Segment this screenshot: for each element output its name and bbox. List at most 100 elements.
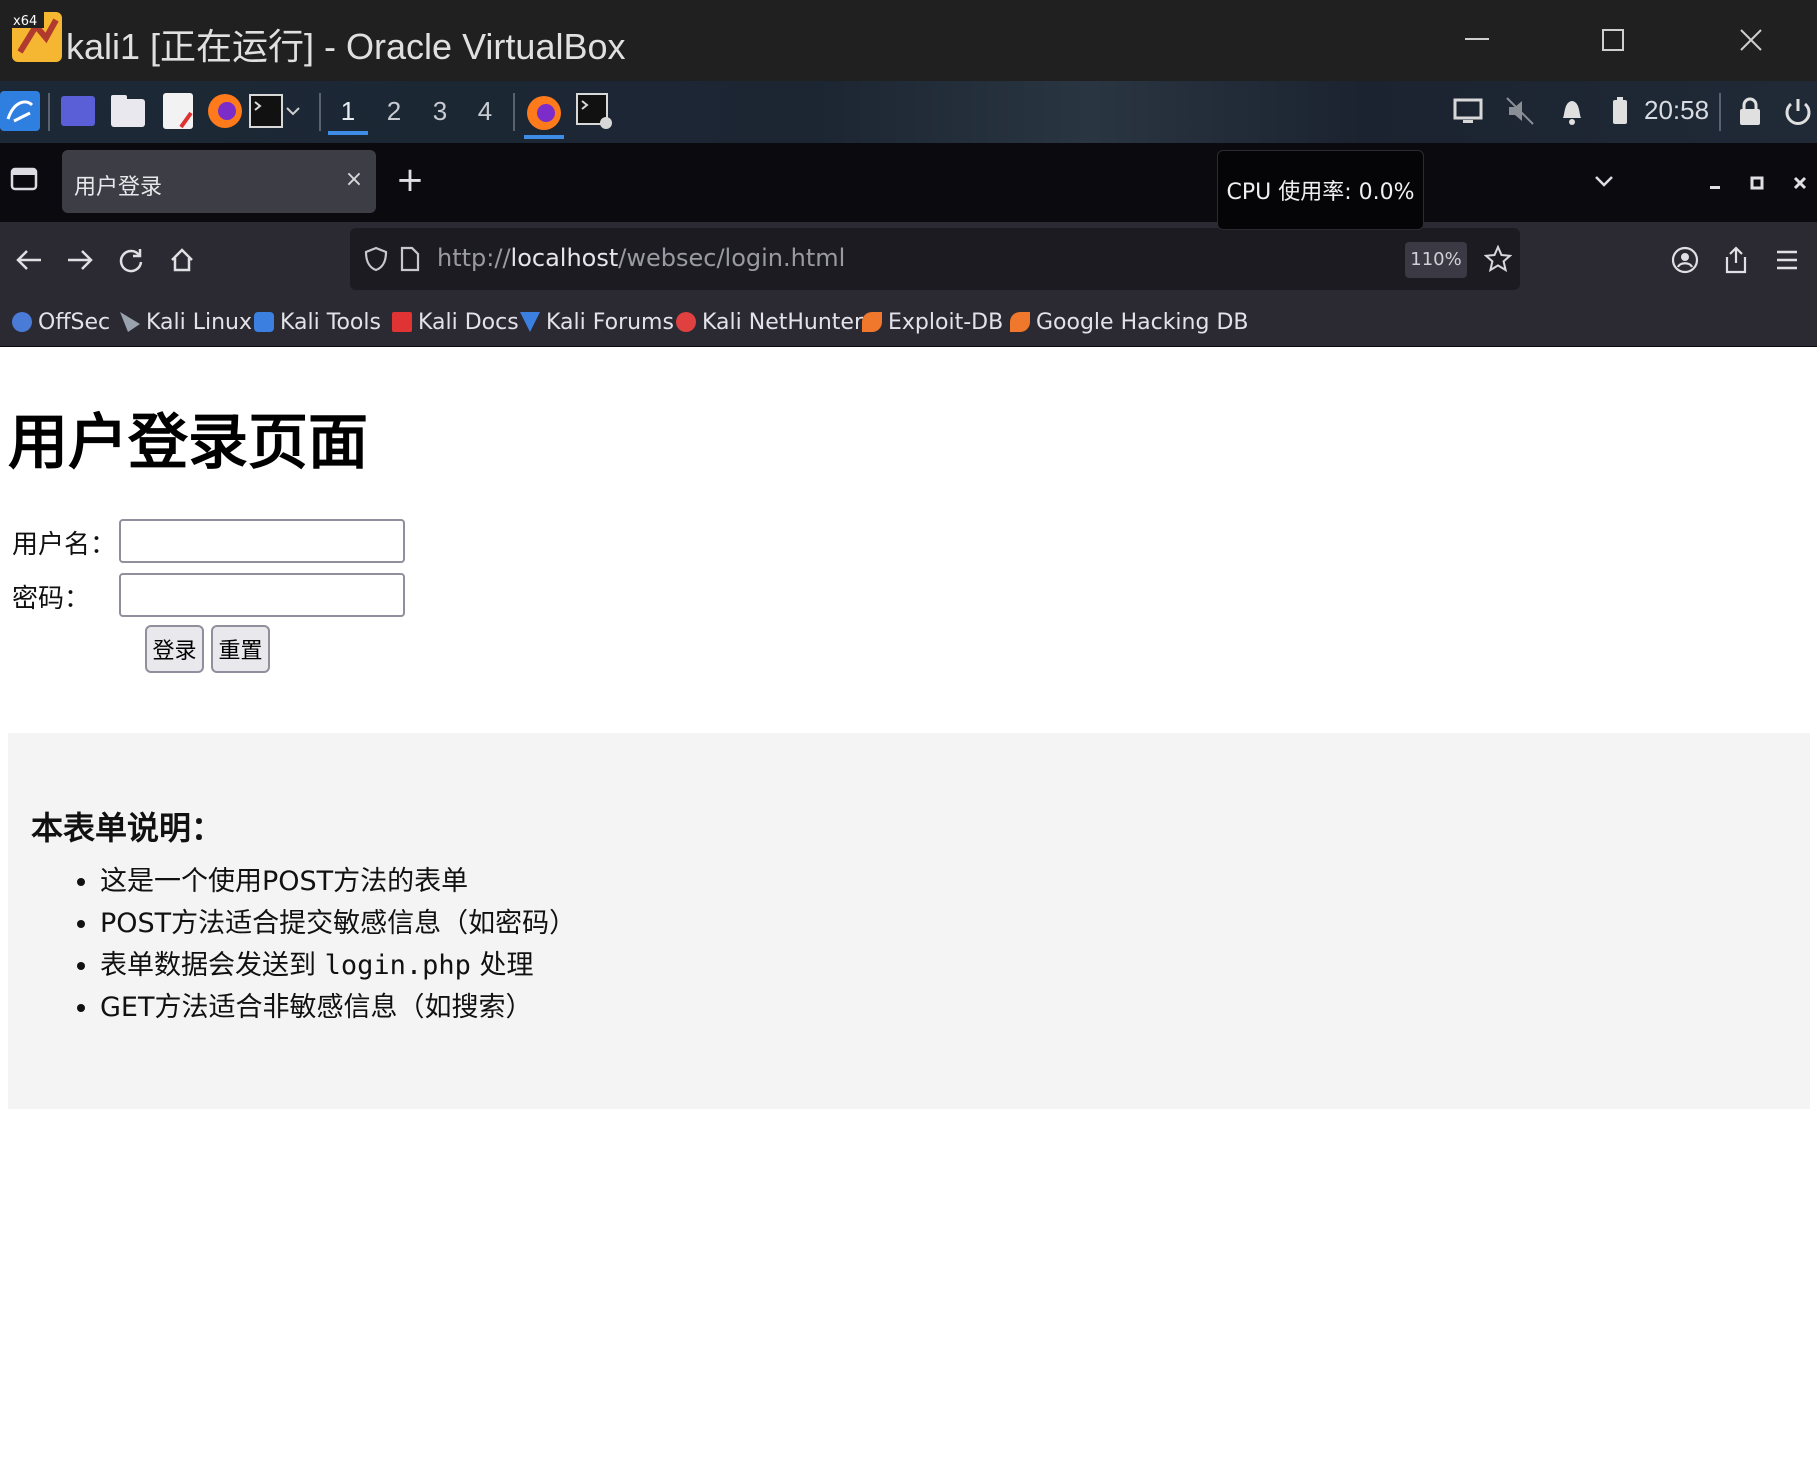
text-editor-icon	[163, 93, 193, 129]
panel-separator	[513, 93, 515, 131]
firefox-icon	[208, 94, 242, 128]
url-scheme: http://	[437, 244, 511, 272]
bookmark-kali-tools[interactable]: Kali Tools	[254, 307, 381, 337]
maximize-icon	[1750, 176, 1764, 190]
text-editor-button[interactable]	[158, 91, 198, 131]
list-item: 表单数据会发送到 login.php 处理	[100, 945, 576, 987]
notifications-button[interactable]	[1552, 91, 1592, 131]
bookmark-kali-docs[interactable]: Kali Docs	[392, 307, 519, 337]
share-icon	[1725, 246, 1747, 274]
taskbar-firefox-window[interactable]	[524, 91, 564, 139]
bookmark-kali-forums[interactable]: Kali Forums	[520, 307, 674, 337]
bookmark-star-icon[interactable]	[1484, 245, 1512, 273]
password-input[interactable]	[119, 573, 405, 617]
maximize-icon	[1602, 29, 1624, 51]
terminal-icon	[249, 94, 283, 128]
browser-minimize-button[interactable]	[1701, 169, 1729, 197]
firefox-launcher-button[interactable]	[205, 91, 245, 131]
info-heading: 本表单说明：	[31, 809, 224, 847]
virtualbox-logo-icon: x64	[12, 12, 62, 62]
close-icon	[1740, 29, 1762, 51]
display-settings-button[interactable]	[1448, 91, 1488, 131]
password-label: 密码：	[12, 584, 91, 614]
kali-tools-icon	[254, 312, 274, 332]
tab-list-icon	[10, 167, 38, 191]
account-button[interactable]	[1664, 239, 1706, 281]
share-button[interactable]	[1715, 239, 1757, 281]
ghdb-icon	[1010, 312, 1030, 332]
url-text[interactable]: http://localhost/websec/login.html	[437, 244, 845, 272]
username-input[interactable]	[119, 519, 405, 563]
taskbar-terminal-window[interactable]	[574, 91, 614, 131]
minimize-icon	[1710, 186, 1720, 189]
panel-separator	[1719, 93, 1721, 131]
kali-menu-button[interactable]	[0, 91, 40, 131]
list-all-tabs-button[interactable]	[1592, 169, 1620, 197]
cpu-usage-tooltip: CPU 使用率: 0.0%	[1217, 150, 1424, 230]
folder-icon	[111, 95, 145, 127]
battery-icon	[1613, 97, 1627, 124]
bookmark-google-hacking-db[interactable]: Google Hacking DB	[1010, 307, 1248, 337]
workspace-2[interactable]: 2	[374, 89, 414, 135]
close-window-button[interactable]	[1721, 18, 1781, 62]
url-path: /websec/login.html	[618, 244, 846, 272]
page-info-icon[interactable]	[400, 246, 420, 272]
show-desktop-button[interactable]	[58, 91, 98, 131]
bookmark-label: Kali NetHunter	[702, 309, 863, 335]
forward-button[interactable]	[59, 239, 101, 281]
browser-maximize-button[interactable]	[1743, 169, 1771, 197]
tab-login[interactable]: 用户登录 ×	[62, 150, 376, 213]
bookmark-exploit-db[interactable]: Exploit-DB	[862, 307, 1003, 337]
maximize-button[interactable]	[1583, 18, 1643, 62]
chevron-down-icon	[286, 107, 300, 116]
bookmark-label: Kali Linux	[146, 309, 253, 335]
login-button[interactable]: 登录	[145, 625, 204, 673]
browser-close-button[interactable]	[1786, 169, 1814, 197]
workspace-1[interactable]: 1	[328, 89, 368, 135]
file-manager-button[interactable]	[108, 91, 148, 131]
panel-clock[interactable]: 20:58	[1644, 95, 1709, 126]
reset-button[interactable]: 重置	[211, 625, 270, 673]
workspace-4[interactable]: 4	[465, 89, 505, 135]
bookmark-label: Kali Tools	[280, 309, 381, 335]
reload-icon	[119, 249, 143, 273]
virtualbox-title-bar: x64 kali1 [正在运行] - Oracle VirtualBox	[0, 0, 1817, 81]
zoom-level-button[interactable]: 110%	[1405, 242, 1467, 278]
terminal-launcher-button[interactable]	[246, 91, 286, 131]
exploit-db-icon	[862, 312, 882, 332]
lock-screen-button[interactable]	[1730, 91, 1770, 131]
tracking-protection-shield-icon[interactable]	[364, 246, 388, 272]
back-button[interactable]	[8, 239, 50, 281]
bookmark-label: Kali Docs	[418, 309, 519, 335]
bookmark-offsec[interactable]: OffSec	[12, 307, 110, 337]
new-tab-button[interactable]: +	[392, 163, 428, 199]
url-host: localhost	[510, 244, 619, 272]
bookmark-label: Exploit-DB	[888, 309, 1004, 335]
hamburger-menu-icon	[1777, 250, 1797, 270]
bookmark-label: Kali Forums	[546, 309, 674, 335]
terminal-dropdown-button[interactable]	[282, 91, 304, 131]
bookmark-label: Google Hacking DB	[1036, 309, 1249, 335]
reload-button[interactable]	[110, 239, 152, 281]
firefox-view-button[interactable]	[8, 163, 44, 199]
window-title: kali1 [正在运行] - Oracle VirtualBox	[66, 26, 626, 67]
tab-close-icon[interactable]: ×	[342, 168, 366, 192]
chevron-down-icon	[1595, 176, 1613, 187]
battery-button[interactable]	[1600, 91, 1640, 131]
minimize-button[interactable]	[1447, 18, 1507, 62]
xfce-panel: 1 2 3 4 20:58	[0, 81, 1817, 143]
url-bar[interactable]: http://localhost/websec/login.html 110%	[350, 228, 1520, 290]
list-item: 这是一个使用POST方法的表单	[100, 861, 576, 903]
bookmark-kali-linux[interactable]: Kali Linux	[120, 307, 252, 337]
kali-dragon-icon	[120, 312, 140, 332]
kali-menu-icon	[0, 91, 40, 131]
logout-button[interactable]	[1778, 91, 1817, 131]
bell-icon	[1563, 101, 1581, 125]
volume-button[interactable]	[1500, 91, 1540, 131]
home-button[interactable]	[161, 239, 203, 281]
tab-title: 用户登录	[74, 175, 163, 200]
bookmark-kali-nethunter[interactable]: Kali NetHunter	[676, 307, 863, 337]
app-menu-button[interactable]	[1766, 239, 1808, 281]
kali-docs-icon	[392, 312, 412, 332]
workspace-3[interactable]: 3	[420, 89, 460, 135]
